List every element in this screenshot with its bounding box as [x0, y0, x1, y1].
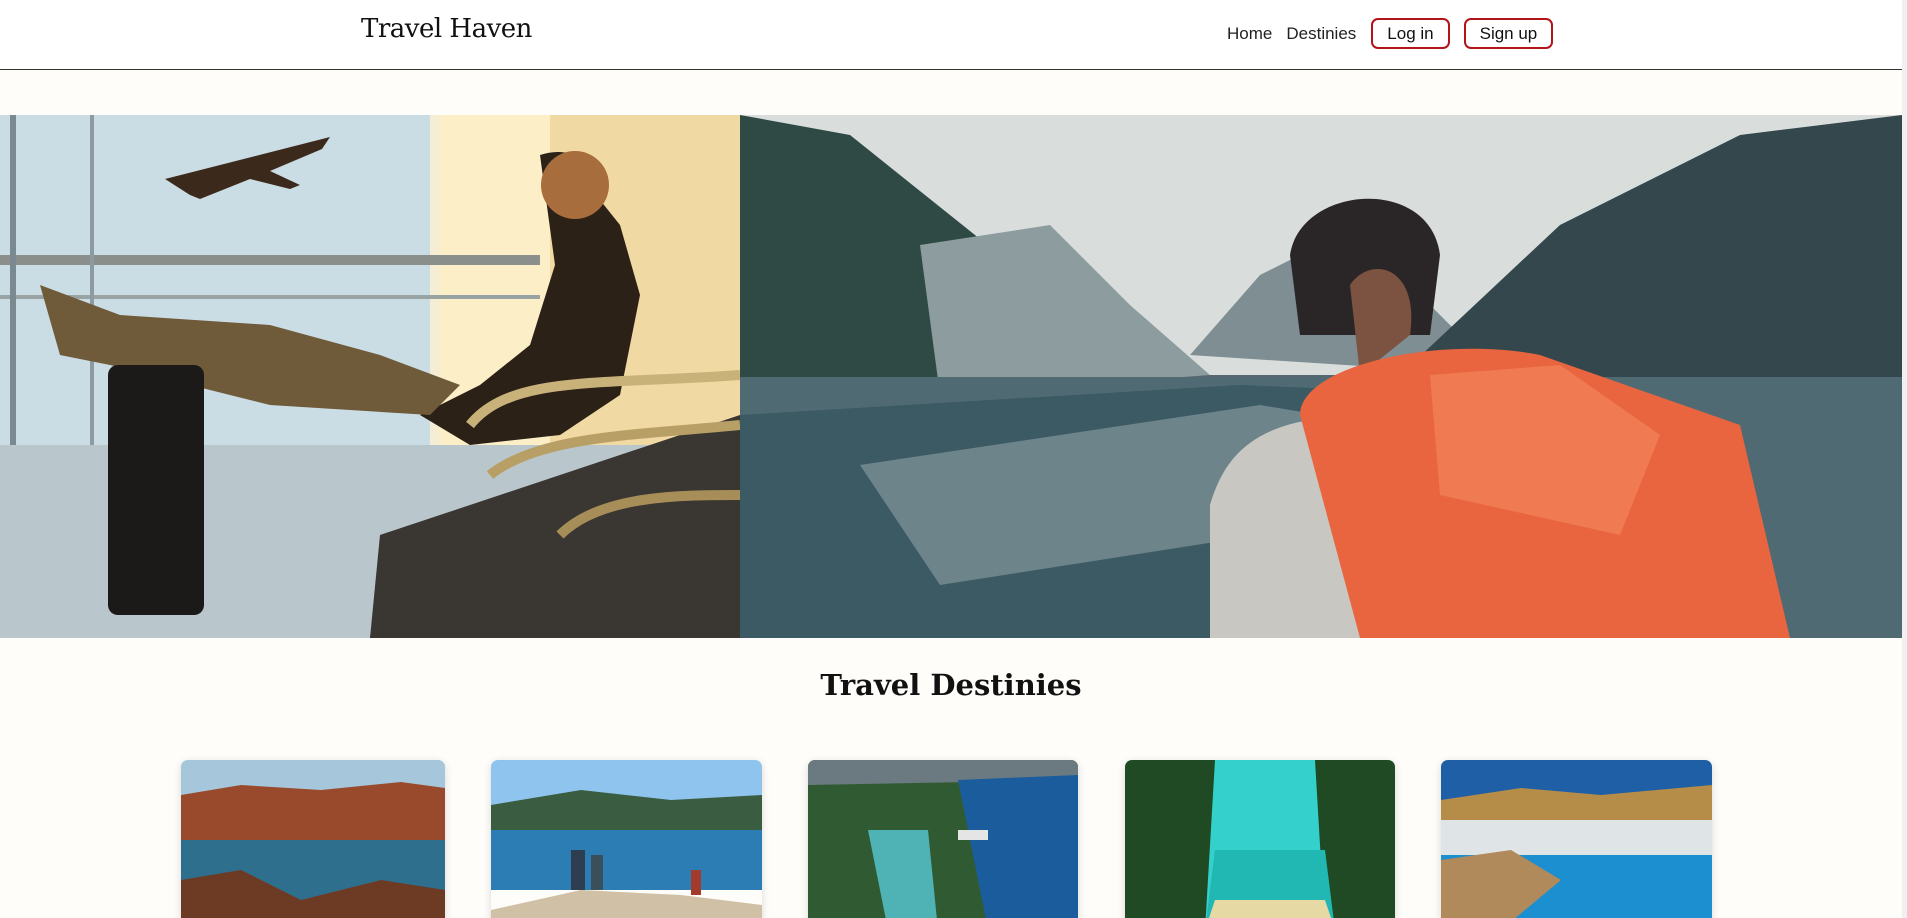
destiny-card-river-forest[interactable] [808, 760, 1078, 918]
signup-button[interactable]: Sign up [1463, 18, 1554, 49]
destinies-cards [0, 760, 1902, 918]
section-title-destinies: Travel Destinies [820, 668, 1082, 702]
mountain-lake-image [740, 115, 1902, 638]
airport-lounge-image [0, 115, 740, 638]
page-scrollbar[interactable] [1902, 0, 1907, 918]
hero-banner [0, 115, 1902, 638]
destiny-card-tropical-beach[interactable] [1125, 760, 1395, 918]
top-navbar: Travel Haven Home Destinies Log in Sign … [0, 0, 1902, 70]
main-nav: Home Destinies Log in Sign up [1227, 18, 1554, 49]
brand-logo[interactable]: Travel Haven [361, 14, 532, 44]
destiny-card-canyon-lake[interactable] [181, 760, 445, 918]
destiny-card-family-lakeside[interactable] [491, 760, 762, 918]
destiny-card-coastal-town[interactable] [1441, 760, 1712, 918]
nav-home-link[interactable]: Home [1227, 18, 1272, 49]
login-button[interactable]: Log in [1371, 18, 1450, 49]
nav-destinies-link[interactable]: Destinies [1286, 18, 1356, 49]
